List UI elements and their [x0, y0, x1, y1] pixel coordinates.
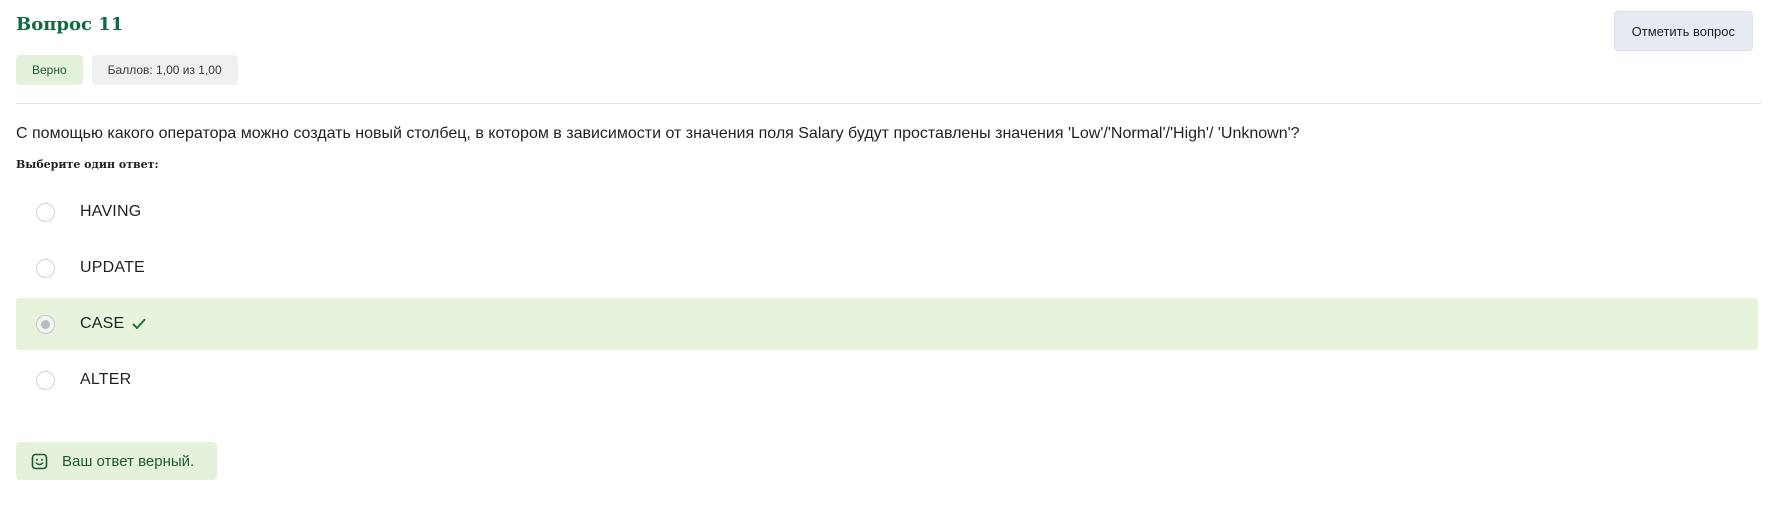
radio-button[interactable]: [36, 258, 55, 278]
question-header: Вопрос 11: [16, 14, 123, 35]
grade-badge: Баллов: 1,00 из 1,00: [91, 55, 238, 85]
question-text: С помощью какого оператора можно создать…: [16, 125, 1300, 142]
radio-button[interactable]: [36, 370, 55, 390]
divider: [16, 103, 1761, 104]
answer-label: UPDATE: [80, 259, 145, 276]
question-title: Вопрос 11: [16, 14, 124, 35]
feedback-text: Ваш ответ верный.: [62, 452, 195, 470]
status-badge: Верно: [16, 55, 83, 85]
answer-prompt: Выберите один ответ:: [16, 158, 159, 171]
answer-label: HAVING: [80, 203, 142, 220]
question-badges: Верно Баллов: 1,00 из 1,00: [16, 55, 238, 85]
smile-icon: [31, 453, 48, 470]
answer-label: CASE: [80, 315, 125, 332]
answer-option[interactable]: UPDATE: [16, 242, 1758, 294]
radio-button[interactable]: [36, 202, 55, 222]
answer-option[interactable]: HAVING: [16, 186, 1758, 238]
answer-label: ALTER: [80, 371, 132, 388]
answer-option[interactable]: ALTER: [16, 354, 1758, 406]
flag-question-button[interactable]: Отметить вопрос: [1613, 11, 1753, 51]
feedback-box: Ваш ответ верный.: [16, 442, 218, 480]
answer-list: HAVING UPDATE CASE ALTER: [16, 186, 1758, 410]
radio-button-checked[interactable]: [36, 314, 55, 334]
answer-option-selected[interactable]: CASE: [16, 298, 1758, 350]
checkmark-icon: [132, 318, 146, 330]
